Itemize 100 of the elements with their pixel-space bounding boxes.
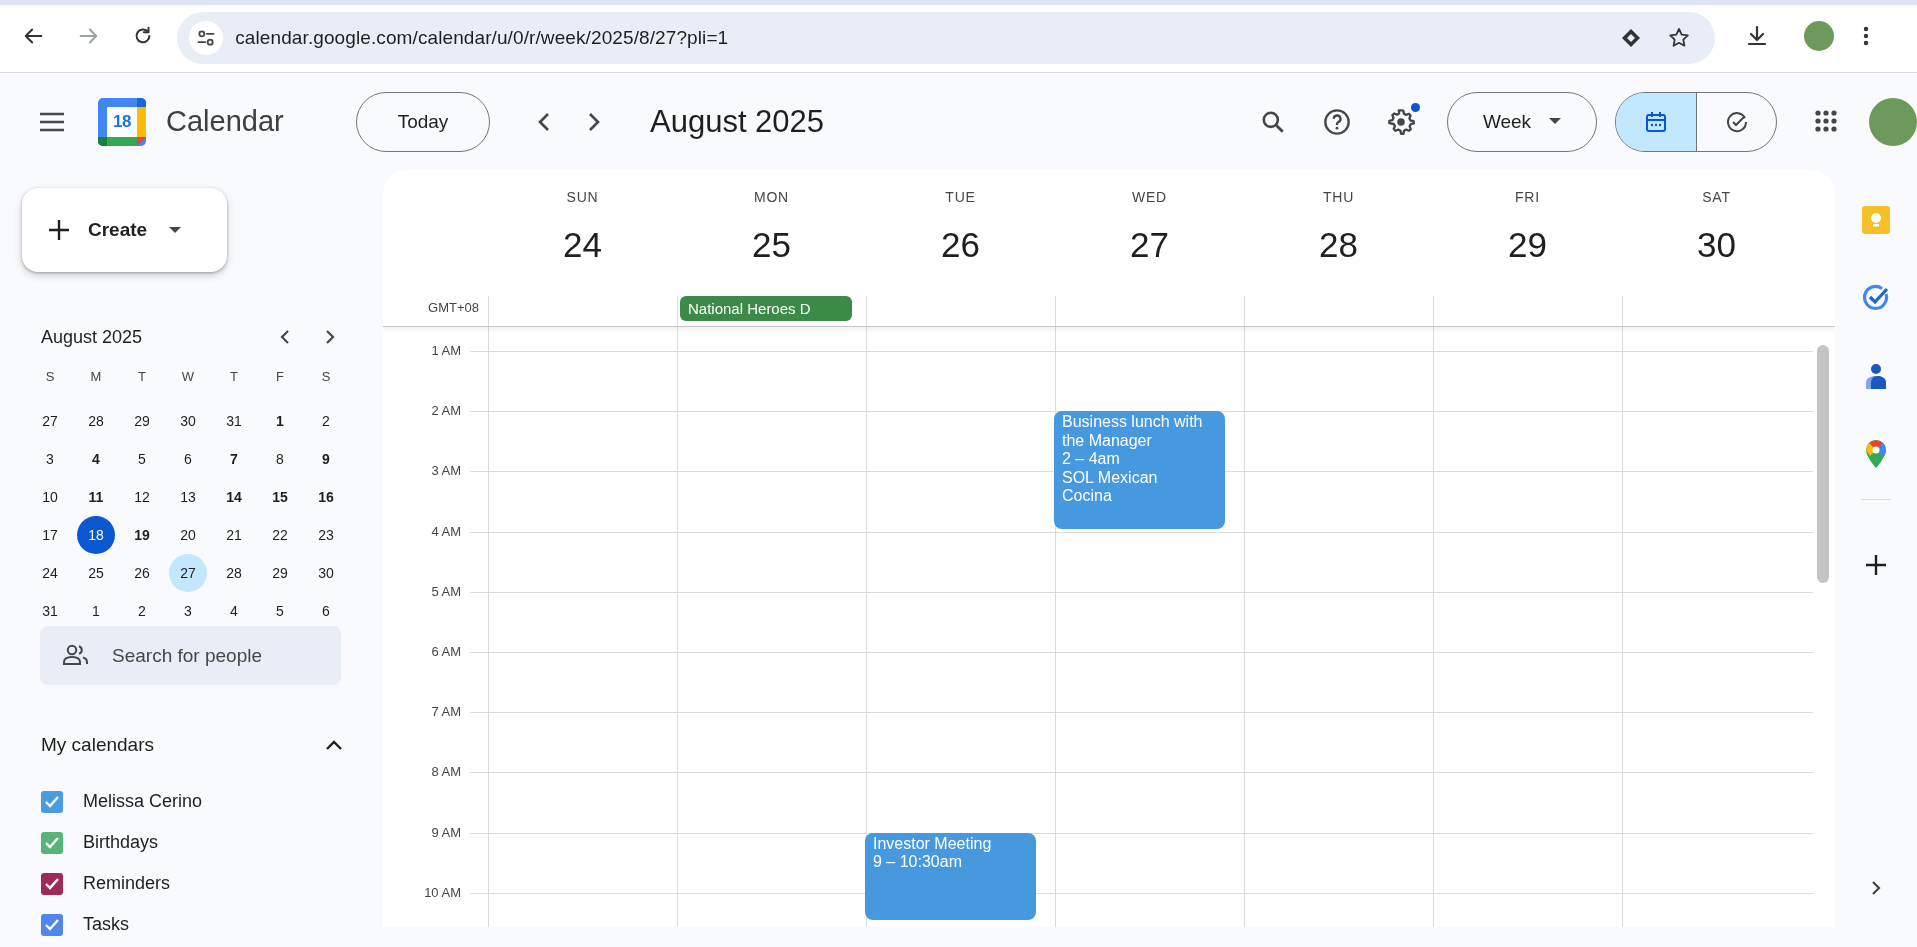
mini-calendar-day[interactable]: 7 xyxy=(215,440,253,478)
chevron-right-icon[interactable] xyxy=(325,329,335,345)
checkbox[interactable] xyxy=(41,831,63,854)
mini-calendar-day[interactable]: 13 xyxy=(169,478,207,516)
mini-calendar-day[interactable]: 27 xyxy=(169,554,207,592)
mini-calendar-day[interactable]: 29 xyxy=(261,554,299,592)
day-number[interactable]: 30 xyxy=(1697,225,1736,265)
profile-avatar[interactable] xyxy=(1804,21,1834,51)
mini-calendar-day[interactable]: 27 xyxy=(31,402,69,440)
mini-calendar-day[interactable]: 24 xyxy=(31,554,69,592)
weekday-label: WED xyxy=(1131,189,1168,205)
hour-label: 7 AM xyxy=(430,704,461,720)
mini-calendar-day[interactable]: 26 xyxy=(123,554,161,592)
day-number[interactable]: 27 xyxy=(1130,225,1169,265)
mini-calendar-day[interactable]: 23 xyxy=(307,516,345,554)
timezone-label: GMT+08 xyxy=(427,299,480,317)
mini-calendar-day[interactable]: 15 xyxy=(261,478,299,516)
calendar-name: Reminders xyxy=(83,873,171,894)
day-number[interactable]: 25 xyxy=(752,225,791,265)
chevron-left-icon[interactable] xyxy=(537,110,551,133)
mini-calendar-day[interactable]: 18 xyxy=(77,516,115,554)
checkmark-icon xyxy=(44,794,60,809)
checkbox[interactable] xyxy=(41,872,63,895)
mini-calendar-day[interactable]: 10 xyxy=(31,478,69,516)
mini-calendar-day[interactable]: 14 xyxy=(215,478,253,516)
caret-icon xyxy=(169,226,182,234)
day-number[interactable]: 28 xyxy=(1319,225,1358,265)
weekday-label: THU xyxy=(1322,189,1355,205)
plus-icon xyxy=(48,219,70,241)
mini-calendar-day[interactable]: 3 xyxy=(31,440,69,478)
mini-calendar-day[interactable]: 8 xyxy=(261,440,299,478)
day-number[interactable]: 26 xyxy=(941,225,980,265)
weekday-label: S xyxy=(44,368,56,386)
hour-label: 8 AM xyxy=(430,764,461,780)
mini-calendar-day[interactable]: 20 xyxy=(169,516,207,554)
hour-label: 6 AM xyxy=(430,643,461,659)
chevron-up-icon[interactable] xyxy=(325,739,343,751)
mini-calendar-day[interactable]: 1 xyxy=(261,402,299,440)
mini-calendar-day[interactable]: 31 xyxy=(215,402,253,440)
mini-calendar-day[interactable]: 17 xyxy=(31,516,69,554)
mini-calendar-day[interactable]: 28 xyxy=(77,402,115,440)
section-title: My calendars xyxy=(41,734,155,756)
hour-label: 10 AM xyxy=(423,884,461,900)
mini-calendar-day[interactable]: 2 xyxy=(307,402,345,440)
chevron-left-icon[interactable] xyxy=(280,329,290,345)
hour-label: 5 AM xyxy=(430,583,461,599)
settings-icon[interactable] xyxy=(1387,107,1415,136)
mini-calendar-day[interactable]: 29 xyxy=(123,402,161,440)
weekday-label: W xyxy=(180,368,196,386)
hour-label: 9 AM xyxy=(430,824,461,840)
mini-calendar-day[interactable]: 6 xyxy=(169,440,207,478)
mini-calendar-day[interactable]: 11 xyxy=(77,478,115,516)
mini-calendar-day[interactable]: 25 xyxy=(77,554,115,592)
hour-label: 3 AM xyxy=(430,463,461,479)
mini-calendar-day[interactable]: 5 xyxy=(123,440,161,478)
weekday-label: T xyxy=(229,368,239,386)
day-number[interactable]: 24 xyxy=(563,225,602,265)
mini-calendar-day[interactable]: 22 xyxy=(261,516,299,554)
mini-calendar-day[interactable]: 21 xyxy=(215,516,253,554)
mini-calendar-day[interactable]: 30 xyxy=(307,554,345,592)
weekday-label: TUE xyxy=(945,189,976,205)
scrollbar-thumb[interactable] xyxy=(1817,345,1829,583)
checkmark-icon xyxy=(44,835,60,850)
people-icon xyxy=(62,644,90,666)
weekday-label: F xyxy=(275,368,285,386)
calendar-logo xyxy=(98,97,146,146)
create-button[interactable]: Create xyxy=(22,188,227,272)
site-settings-icon[interactable] xyxy=(189,21,224,55)
check-circle-icon xyxy=(1724,109,1749,134)
mini-calendar-day[interactable]: 4 xyxy=(77,440,115,478)
weekday-label: MON xyxy=(753,189,790,205)
weekday-label: SAT xyxy=(1702,189,1731,205)
weekday-label: M xyxy=(89,368,103,386)
checkbox[interactable] xyxy=(41,913,63,936)
weekday-label: SUN xyxy=(566,189,599,205)
weekday-label: FRI xyxy=(1515,189,1540,205)
date-range-title: August 2025 xyxy=(650,103,826,140)
checkmark-icon xyxy=(44,917,60,932)
calendar-icon xyxy=(1644,109,1668,134)
weekday-label: T xyxy=(137,368,147,386)
all-day-event[interactable]: National Heroes D xyxy=(680,296,852,321)
checkbox[interactable] xyxy=(41,790,63,813)
calendar-view-button[interactable] xyxy=(1616,92,1696,151)
profile-avatar[interactable] xyxy=(1869,97,1917,146)
hour-label: 4 AM xyxy=(430,523,461,539)
people-search-field[interactable]: Search for people xyxy=(40,626,341,685)
mini-calendar-day[interactable]: 28 xyxy=(215,554,253,592)
caret-icon xyxy=(1549,118,1562,125)
mini-calendar-day[interactable]: 19 xyxy=(123,516,161,554)
calendar-name: Melissa Cerino xyxy=(83,791,203,812)
chevron-right-icon[interactable] xyxy=(587,110,601,133)
app-name: Calendar xyxy=(166,105,285,138)
mini-calendar-day[interactable]: 16 xyxy=(307,478,345,516)
day-number[interactable]: 29 xyxy=(1508,225,1547,265)
mini-calendar-day[interactable]: 9 xyxy=(307,440,345,478)
calendar-name: Tasks xyxy=(83,914,129,935)
mini-calendar-day[interactable]: 12 xyxy=(123,478,161,516)
mini-calendar-day[interactable]: 30 xyxy=(169,402,207,440)
month-title: August 2025 xyxy=(41,326,144,348)
address-bar[interactable]: calendar.google.com/calendar/u/0/r/week/2025/8/27?pli=1 xyxy=(177,12,1715,64)
